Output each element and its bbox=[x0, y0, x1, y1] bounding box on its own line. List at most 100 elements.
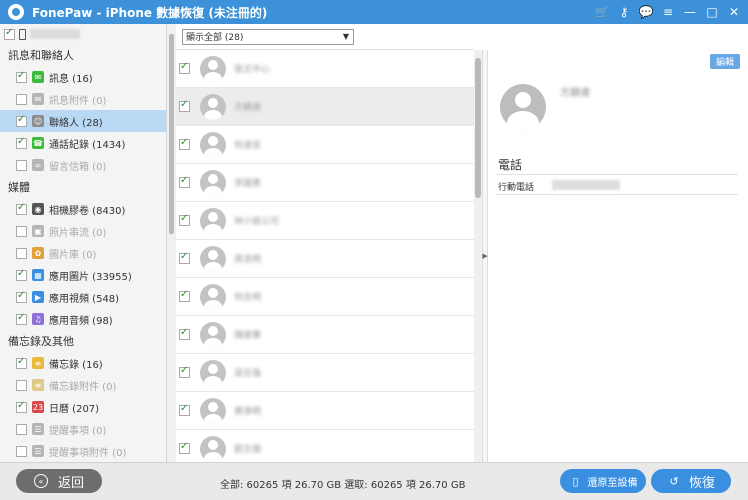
sidebar-section-title: 備忘錄及其他 bbox=[8, 335, 74, 348]
sidebar-item-label: 備忘錄 (16) bbox=[49, 359, 103, 371]
sidebar-item[interactable]: ▣ 照片串流 (0) bbox=[0, 220, 166, 242]
chat-icon[interactable]: 💬 bbox=[638, 4, 654, 20]
contact-avatar-icon bbox=[200, 321, 226, 348]
contact-checkbox[interactable] bbox=[179, 137, 190, 150]
category-checkbox[interactable] bbox=[16, 379, 27, 391]
category-checkbox[interactable] bbox=[16, 400, 27, 413]
contact-row[interactable]: 何志明 bbox=[176, 278, 474, 316]
category-checkbox[interactable] bbox=[16, 159, 27, 171]
contact-row[interactable]: 張文中心 bbox=[176, 50, 474, 88]
sidebar-item[interactable]: 23 日曆 (207) bbox=[0, 396, 166, 418]
contact-avatar-icon bbox=[200, 131, 226, 158]
list-scrollbar-thumb[interactable] bbox=[475, 58, 481, 198]
call-log-icon: ☎ bbox=[32, 137, 44, 149]
sidebar-item[interactable]: ☎ 通話紀錄 (1434) bbox=[0, 132, 166, 154]
contact-checkbox[interactable] bbox=[179, 175, 190, 188]
recover-button-label: 恢復 bbox=[688, 475, 715, 491]
sidebar-item-label: 提醒事項附件 (0) bbox=[49, 447, 127, 459]
sidebar-item[interactable]: ≡ 備忘錄 (16) bbox=[0, 352, 166, 374]
close-icon[interactable]: ✕ bbox=[726, 4, 742, 20]
sidebar-item[interactable]: ☰ 提醒事項 (0) bbox=[0, 418, 166, 440]
sidebar-item[interactable]: ▶ 應用視頻 (548) bbox=[0, 286, 166, 308]
sidebar-item[interactable]: ✉ 訊息附件 (0) bbox=[0, 88, 166, 110]
sidebar-item[interactable]: ☰ 提醒事項附件 (0) bbox=[0, 440, 166, 462]
contact-checkbox[interactable] bbox=[179, 251, 190, 264]
category-checkbox[interactable] bbox=[16, 423, 27, 435]
mobile-phone-label: 行動電話 bbox=[498, 183, 535, 193]
contact-avatar-icon bbox=[200, 359, 226, 386]
category-checkbox[interactable] bbox=[16, 445, 27, 457]
contact-checkbox[interactable] bbox=[179, 403, 190, 416]
contact-checkbox[interactable] bbox=[179, 327, 190, 340]
contact-row[interactable]: 方錦達 bbox=[176, 88, 474, 126]
contact-checkbox[interactable] bbox=[179, 289, 190, 302]
sidebar-section-title: 媒體 bbox=[8, 181, 30, 194]
contact-checkbox[interactable] bbox=[179, 61, 190, 74]
category-checkbox[interactable] bbox=[16, 312, 27, 325]
restore-button-label: 還原至設備 bbox=[587, 477, 638, 489]
app-audio-icon: ♫ bbox=[32, 313, 44, 325]
sidebar-item[interactable]: ☺ 聯絡人 (28) bbox=[0, 110, 166, 132]
sidebar-item[interactable]: ◉ 相機膠卷 (8430) bbox=[0, 198, 166, 220]
minimize-icon[interactable]: — bbox=[682, 4, 698, 20]
phone-restore-icon: ▯ bbox=[572, 474, 579, 488]
contact-row[interactable]: 陳建華 bbox=[176, 316, 474, 354]
contact-row[interactable]: 黃偉明 bbox=[176, 392, 474, 430]
category-sidebar: 訊息和聯絡人 ✉ 訊息 (16) ✉ 訊息附件 (0) ☺ 聯絡人 (28) ☎ 通話紀錄 (1… bbox=[0, 24, 167, 462]
contact-name: 陳建華 bbox=[234, 331, 262, 341]
filter-dropdown-value: 顯示全部 (28) bbox=[186, 33, 244, 43]
category-checkbox[interactable] bbox=[16, 70, 27, 83]
device-row[interactable] bbox=[0, 24, 166, 44]
menu-icon[interactable]: ≡ bbox=[660, 4, 676, 20]
back-button[interactable]: « 返回 bbox=[16, 469, 102, 493]
sidebar-scrollbar-thumb[interactable] bbox=[169, 34, 174, 234]
category-checkbox[interactable] bbox=[16, 268, 27, 281]
maximize-icon[interactable]: □ bbox=[704, 4, 720, 20]
filter-dropdown[interactable]: 顯示全部 (28) ▼ bbox=[182, 28, 354, 45]
sidebar-scrollbar[interactable] bbox=[167, 24, 176, 462]
sidebar-item-label: 應用視頻 (548) bbox=[49, 293, 120, 305]
contact-row[interactable]: 周浩明 bbox=[176, 240, 474, 278]
sidebar-item-label: 留言信箱 (0) bbox=[49, 161, 107, 173]
voicemail-icon: ∞ bbox=[32, 159, 44, 171]
restore-to-device-button[interactable]: ▯ 還原至設備 bbox=[560, 469, 646, 493]
contact-name: 方錦達 bbox=[560, 88, 590, 99]
category-checkbox[interactable] bbox=[16, 356, 27, 369]
sidebar-item[interactable]: ≡ 備忘錄附件 (0) bbox=[0, 374, 166, 396]
list-scrollbar[interactable] bbox=[474, 50, 482, 462]
category-checkbox[interactable] bbox=[16, 202, 27, 215]
contact-checkbox[interactable] bbox=[179, 441, 190, 454]
title-bar-controls: 🛒 ⚷ 💬 ≡ — □ ✕ bbox=[594, 0, 742, 24]
category-checkbox[interactable] bbox=[16, 114, 27, 127]
sidebar-item[interactable]: ✿ 圖片庫 (0) bbox=[0, 242, 166, 264]
contact-row[interactable]: 梁志強 bbox=[176, 354, 474, 392]
sidebar-item[interactable]: ∞ 留言信箱 (0) bbox=[0, 154, 166, 176]
reminders-attachment-icon: ☰ bbox=[32, 445, 44, 457]
contact-checkbox[interactable] bbox=[179, 99, 190, 112]
sidebar-item[interactable]: ✉ 訊息 (16) bbox=[0, 66, 166, 88]
key-icon[interactable]: ⚷ bbox=[616, 4, 632, 20]
collapse-arrow-icon[interactable]: ▶ bbox=[482, 252, 487, 260]
edit-button[interactable]: 編輯 bbox=[709, 54, 740, 69]
contact-checkbox[interactable] bbox=[179, 213, 190, 226]
contact-row[interactable]: 林小姐公司 bbox=[176, 202, 474, 240]
category-checkbox[interactable] bbox=[16, 136, 27, 149]
contact-avatar-icon bbox=[200, 397, 226, 424]
sidebar-item[interactable]: ♫ 應用音頻 (98) bbox=[0, 308, 166, 330]
contact-checkbox[interactable] bbox=[179, 365, 190, 378]
contact-row[interactable]: 李國勇 bbox=[176, 164, 474, 202]
app-videos-icon: ▶ bbox=[32, 291, 44, 303]
divider bbox=[496, 174, 738, 175]
cart-icon[interactable]: 🛒 bbox=[594, 4, 610, 20]
contact-row[interactable]: 何達良 bbox=[176, 126, 474, 164]
sidebar-item[interactable]: ▦ 應用圖片 (33955) bbox=[0, 264, 166, 286]
app-logo-icon bbox=[8, 4, 24, 20]
notes-icon: ≡ bbox=[32, 357, 44, 369]
sidebar-section-title: 訊息和聯絡人 bbox=[8, 49, 74, 62]
category-checkbox[interactable] bbox=[16, 247, 27, 259]
category-checkbox[interactable] bbox=[16, 225, 27, 237]
recover-button[interactable]: ↺ 恢復 bbox=[651, 469, 731, 493]
category-checkbox[interactable] bbox=[16, 93, 27, 105]
category-checkbox[interactable] bbox=[16, 290, 27, 303]
device-checkbox[interactable] bbox=[4, 27, 15, 40]
